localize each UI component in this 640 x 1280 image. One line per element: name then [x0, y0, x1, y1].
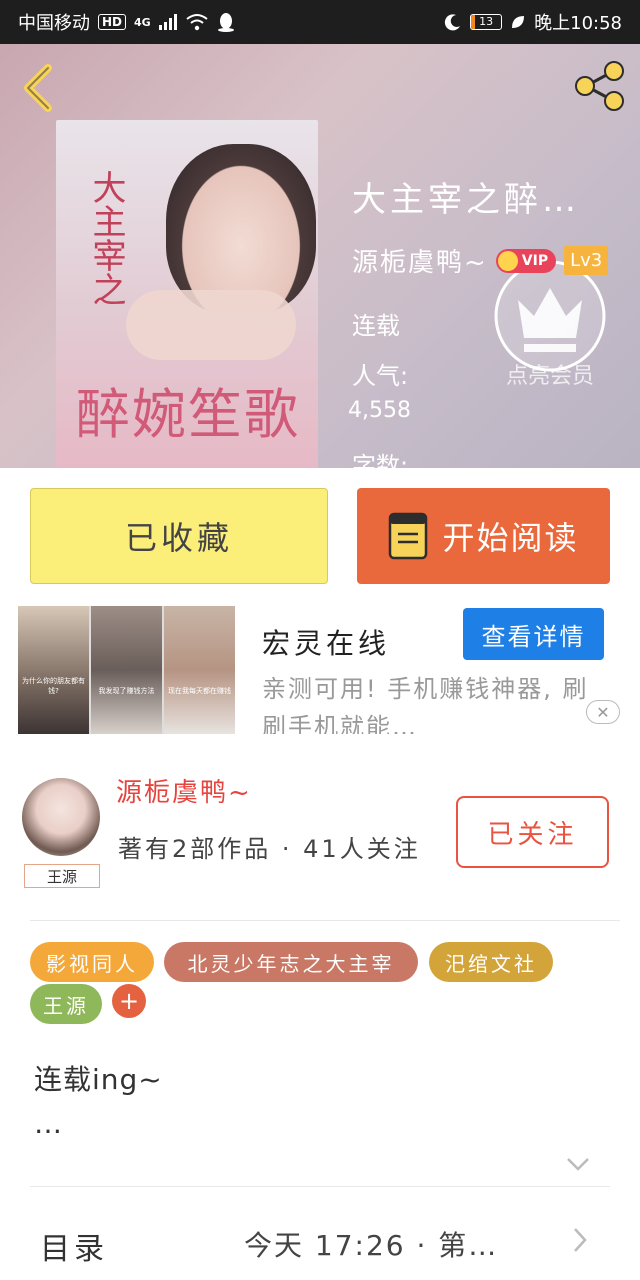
latest-update-info[interactable]: 今天 17:26 · 第…	[244, 1224, 498, 1264]
ad-title: 宏灵在线	[262, 627, 391, 660]
clock-label: 晚上10:58	[534, 13, 622, 34]
popularity-value: 4,558	[348, 398, 411, 423]
cover-portrait	[166, 144, 316, 314]
signal-icon	[158, 14, 177, 30]
ad-detail-button[interactable]: 查看详情	[463, 608, 604, 660]
wifi-icon	[186, 14, 208, 31]
tag-item[interactable]: 王源	[30, 984, 102, 1024]
chevron-down-icon[interactable]	[566, 1156, 590, 1172]
cover-vertical-text: 大主宰之	[86, 170, 126, 306]
carrier-label: 中国移动	[18, 13, 90, 34]
avatar-tag: 王源	[24, 864, 100, 888]
tag-item[interactable]: 影视同人	[30, 942, 154, 982]
book-intro[interactable]: 连载ing~ …	[34, 1058, 594, 1146]
intro-text: 连载ing~	[34, 1063, 163, 1096]
author-name[interactable]: 源栀虞鸭~	[352, 242, 488, 279]
author-card-name[interactable]: 源栀虞鸭~	[116, 772, 252, 809]
collect-button[interactable]: 已收藏	[30, 488, 328, 584]
start-reading-button[interactable]: 开始阅读	[357, 488, 610, 584]
book-cover[interactable]: 大主宰之 醉婉笙歌	[56, 120, 318, 468]
author-avatar[interactable]	[22, 778, 100, 856]
divider	[30, 1186, 610, 1187]
level-badge: Lv3	[564, 246, 609, 275]
tag-item[interactable]: 北灵少年志之大主宰	[164, 942, 418, 982]
start-reading-label: 开始阅读	[442, 519, 579, 557]
tag-item[interactable]: 汜绾文社	[429, 942, 553, 982]
back-button[interactable]	[18, 62, 58, 114]
share-button[interactable]	[572, 60, 628, 112]
ad-close-button[interactable]: ✕	[586, 700, 620, 724]
add-tag-button[interactable]: +	[112, 984, 146, 1018]
hd-icon: HD	[98, 14, 127, 30]
network-type-label: 4G	[134, 15, 151, 29]
author-card: 王源 源栀虞鸭~ 著有2部作品 · 41人关注 已关注	[18, 760, 622, 920]
status-bar: 中国移动 HD 4G 13 晚上10:58	[0, 0, 640, 44]
ad-banner[interactable]: 为什么你的朋友都有钱? 我发现了赚钱方法 现在我每天都在赚钱 宏灵在线 查看详情…	[18, 604, 622, 734]
light-member-link[interactable]: 点亮会员	[506, 362, 596, 392]
followed-button[interactable]: 已关注	[456, 796, 609, 868]
popularity-label: 人气:	[352, 362, 409, 390]
ad-image[interactable]: 为什么你的朋友都有钱? 我发现了赚钱方法 现在我每天都在赚钱	[18, 606, 235, 734]
toc-label[interactable]: 目录	[40, 1224, 108, 1268]
serial-status: 连载	[352, 312, 400, 340]
qq-icon	[217, 13, 234, 32]
book-icon	[389, 512, 428, 560]
cover-title: 醉婉笙歌	[76, 383, 300, 446]
chevron-right-icon[interactable]	[572, 1226, 588, 1254]
ad-description: 亲测可用! 手机赚钱神器, 刷刷手机就能…	[262, 675, 589, 734]
moon-icon	[444, 14, 461, 31]
word-count-label: 字数:	[352, 452, 409, 468]
author-card-meta: 著有2部作品 · 41人关注	[118, 835, 421, 863]
leaf-icon	[512, 16, 525, 28]
battery-icon: 13	[470, 14, 503, 30]
vip-badge: VIP	[495, 248, 557, 273]
collect-label: 已收藏	[124, 519, 233, 557]
vip-emoji-icon	[497, 250, 518, 271]
book-header: 大主宰之 醉婉笙歌 大主宰之醉… 源栀虞鸭~ VIP Lv3 连载 人气: 4,…	[0, 44, 640, 468]
intro-ellipsis: …	[34, 1107, 63, 1140]
book-title: 大主宰之醉…	[352, 180, 580, 220]
author-row: 源栀虞鸭~ VIP Lv3	[352, 242, 609, 279]
divider	[30, 920, 620, 921]
